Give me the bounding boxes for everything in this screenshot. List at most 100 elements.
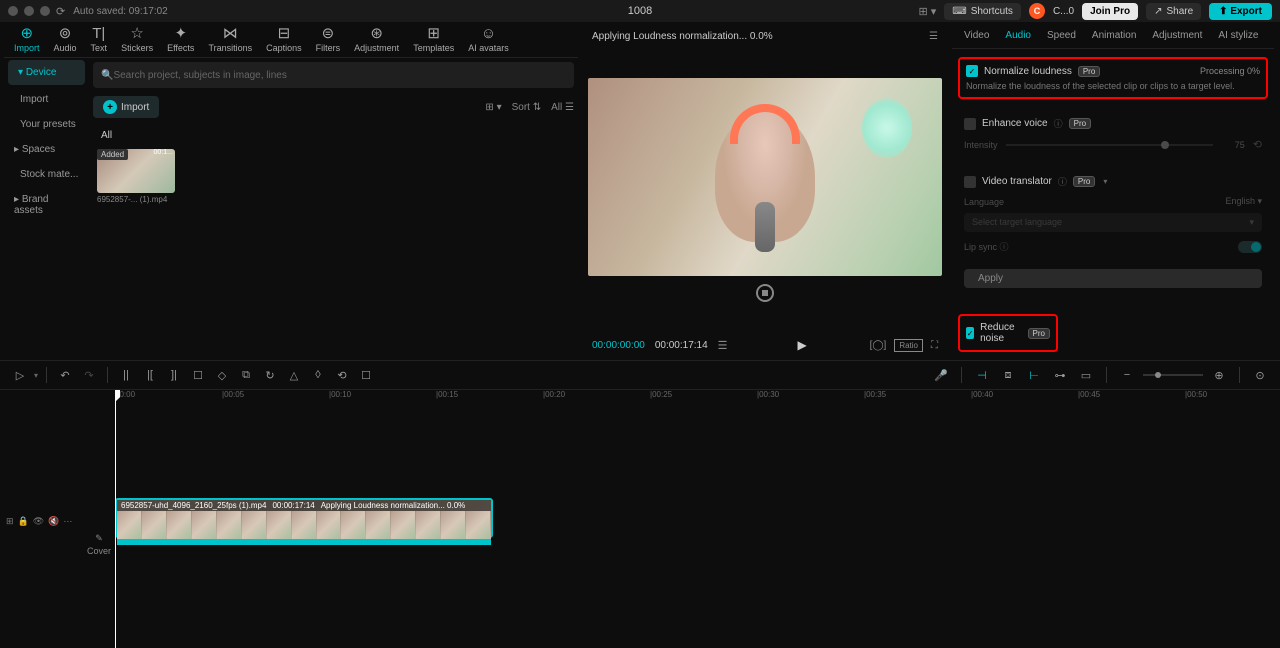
lip-sync-toggle[interactable] <box>1238 241 1262 253</box>
flip-tool[interactable]: ⟲ <box>332 365 352 385</box>
track-visibility-icon[interactable]: 👁 <box>33 516 44 527</box>
tab-effects[interactable]: ✦Effects <box>167 26 194 53</box>
window-controls[interactable] <box>8 6 50 16</box>
reset-icon[interactable]: ⟲ <box>1253 138 1262 151</box>
tab-text[interactable]: T|Text <box>91 26 108 53</box>
fullscreen-icon[interactable]: ⛶ <box>931 340 938 351</box>
trim-left-tool[interactable]: |[ <box>140 365 160 385</box>
alert-tool[interactable]: △ <box>284 365 304 385</box>
aspect-icon[interactable]: ⊞ ▾ <box>918 5 936 18</box>
tab-filters[interactable]: ⊜Filters <box>316 26 341 53</box>
marker-tool[interactable]: ◇ <box>212 365 232 385</box>
play-button[interactable]: ▶ <box>798 338 807 352</box>
magnet-icon[interactable]: ⧈ <box>998 365 1018 385</box>
ratio-button[interactable]: Ratio <box>894 339 923 352</box>
export-button[interactable]: ⬆ Export <box>1209 3 1272 20</box>
tab-import[interactable]: ⊕Import <box>14 26 40 53</box>
sidebar-spaces[interactable]: ▸ Spaces <box>4 137 89 162</box>
fit-icon[interactable]: ⊙ <box>1250 365 1270 385</box>
info-icon[interactable]: ⓘ <box>1054 117 1063 130</box>
cover-button[interactable]: ✎ Cover <box>87 533 111 556</box>
join-pro-button[interactable]: Join Pro <box>1082 3 1138 20</box>
close-window[interactable] <box>8 6 18 16</box>
preview-menu-icon[interactable]: ☰ <box>929 31 938 42</box>
chevron-down-icon[interactable]: ▾ <box>1103 177 1107 186</box>
track-mute-icon[interactable]: 🔇 <box>48 516 59 527</box>
crop-tool[interactable]: ☐ <box>188 365 208 385</box>
grid-view-icon[interactable]: ⊞ ▾ <box>485 102 501 113</box>
import-button[interactable]: +Import <box>93 96 159 118</box>
props-tab-adjustment[interactable]: Adjustment <box>1152 30 1202 41</box>
tab-ai-avatars[interactable]: ☺AI avatars <box>468 26 509 53</box>
undo-button[interactable]: ↶ <box>55 365 75 385</box>
tab-captions[interactable]: ⊟Captions <box>266 26 302 53</box>
maximize-window[interactable] <box>40 6 50 16</box>
video-preview[interactable] <box>588 78 942 276</box>
sidebar-brand[interactable]: ▸ Brand assets <box>4 187 89 223</box>
target-language-select[interactable]: Select target language▾ <box>964 213 1262 232</box>
scan-icon[interactable]: [◯] <box>870 340 887 351</box>
tab-audio[interactable]: ⊚Audio <box>54 26 77 53</box>
track-controls: ⊞ 🔒 👁 🔇 ⋯ <box>0 510 115 533</box>
search-input[interactable]: 🔍 Search project, subjects in image, lin… <box>93 62 574 88</box>
user-avatar[interactable]: C <box>1029 3 1045 19</box>
sort-button[interactable]: Sort ⇅ <box>512 102 542 113</box>
zoom-out-icon[interactable]: − <box>1117 365 1137 385</box>
timeline-tracks[interactable]: 00:00 |00:05 |00:10 |00:15 |00:20 |00:25… <box>115 390 1280 648</box>
timeline-clip[interactable]: 6952857-uhd_4096_2160_25fps (1).mp4 00:0… <box>115 498 493 538</box>
bars-icon[interactable]: ☰ <box>718 339 728 352</box>
props-tab-audio[interactable]: Audio <box>1005 30 1031 41</box>
props-tab-speed[interactable]: Speed <box>1047 30 1076 41</box>
current-timecode: 00:00:00:00 <box>592 340 645 351</box>
mic-icon[interactable]: 🎤 <box>931 365 951 385</box>
translator-checkbox[interactable] <box>964 176 976 188</box>
refresh-icon[interactable]: ⟳ <box>56 5 65 18</box>
track-more-icon[interactable]: ⋯ <box>63 516 72 527</box>
media-thumb[interactable]: Added 00:1... 6952857-... (1).mp4 <box>97 149 175 204</box>
magnet-start-icon[interactable]: ⊣ <box>972 365 992 385</box>
share-button[interactable]: ↗Share <box>1146 3 1201 20</box>
normalize-checkbox[interactable]: ✓ <box>966 65 978 77</box>
sidebar-stock[interactable]: Stock mate... <box>4 162 89 187</box>
speed-tool[interactable]: ↻ <box>260 365 280 385</box>
mask-tool[interactable]: ☐ <box>356 365 376 385</box>
stop-button[interactable] <box>756 284 774 302</box>
tab-adjustment[interactable]: ⊛Adjustment <box>354 26 399 53</box>
select-tool[interactable]: ▷ <box>10 365 30 385</box>
trim-right-tool[interactable]: ]| <box>164 365 184 385</box>
all-filter[interactable]: All ☰ <box>551 102 574 113</box>
intensity-slider[interactable] <box>1006 144 1213 146</box>
magnet-end-icon[interactable]: ⊢ <box>1024 365 1044 385</box>
props-tab-video[interactable]: Video <box>964 30 989 41</box>
tab-stickers[interactable]: ☆Stickers <box>121 26 153 53</box>
reduce-noise-checkbox[interactable]: ✓ <box>966 327 974 339</box>
redo-button[interactable]: ↷ <box>79 365 99 385</box>
split-tool[interactable]: || <box>116 365 136 385</box>
props-tab-ai-stylize[interactable]: AI stylize <box>1218 30 1258 41</box>
props-tab-animation[interactable]: Animation <box>1092 30 1136 41</box>
sidebar-import[interactable]: Import <box>4 87 89 112</box>
enhance-checkbox[interactable] <box>964 118 976 130</box>
sidebar-device[interactable]: ▾ Device <box>8 60 85 85</box>
zoom-slider[interactable] <box>1143 374 1203 376</box>
stickers-tab-icon: ☆ <box>130 26 143 41</box>
track-lock-icon[interactable]: 🔒 <box>18 516 29 527</box>
sidebar-your-presets[interactable]: Your presets <box>4 112 89 137</box>
link-icon[interactable]: ⊶ <box>1050 365 1070 385</box>
zoom-in-icon[interactable]: ⊕ <box>1209 365 1229 385</box>
rotate-tool[interactable]: ◊ <box>308 365 328 385</box>
minimize-window[interactable] <box>24 6 34 16</box>
preview-icon[interactable]: ▭ <box>1076 365 1096 385</box>
track-settings-icon[interactable]: ⊞ <box>6 516 14 527</box>
export-icon: ⬆ <box>1219 6 1227 17</box>
apply-button[interactable]: Apply <box>964 269 1262 288</box>
tab-transitions[interactable]: ⋈Transitions <box>208 26 252 53</box>
shortcuts-button[interactable]: ⌨Shortcuts <box>944 3 1021 20</box>
normalize-label: Normalize loudness <box>984 66 1072 77</box>
duplicate-tool[interactable]: ⧉ <box>236 365 256 385</box>
playhead[interactable] <box>115 390 116 648</box>
audio-tab-icon: ⊚ <box>59 26 72 41</box>
tab-templates[interactable]: ⊞Templates <box>413 26 454 53</box>
info-icon[interactable]: ⓘ <box>1058 175 1067 188</box>
timeline-ruler[interactable]: 00:00 |00:05 |00:10 |00:15 |00:20 |00:25… <box>115 390 1280 410</box>
